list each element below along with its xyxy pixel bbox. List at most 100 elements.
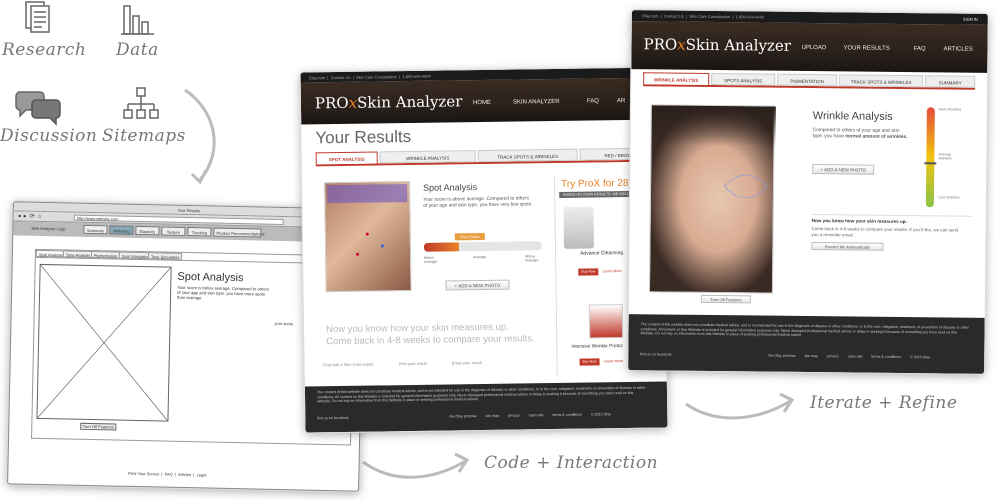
s2-tab-wrinkle[interactable]: WRINKLE ANALYSIS (379, 150, 476, 164)
s2-top-consult[interactable]: Skin Care Consultation (356, 74, 397, 80)
s2-footer: The content of this website does not con… (304, 381, 668, 433)
s2-tabs: SPOT ANALYSIS WRINKLE ANALYSIS TRACK SPO… (315, 147, 664, 167)
s2-header: PROxSkin Analyzer HOME SKIN ANALYZER FAQ… (300, 77, 664, 125)
s3-tab-pigmentation[interactable]: PIGMENTATION (777, 73, 838, 87)
speech-bubbles-icon (14, 86, 64, 126)
wf-subtab-spot[interactable]: Spot Analysis (35, 249, 67, 258)
wf-subtab-pigmentation[interactable]: Pigmentation (90, 250, 121, 259)
wf-nav-wrinkle[interactable]: Wrikeling (109, 225, 134, 235)
s3-promise-link[interactable]: the Olay promise (768, 354, 795, 358)
s2-score-bar (423, 241, 543, 252)
s2-scale-above: Above Average (525, 254, 539, 263)
s2-section-title: Spot Analysis (423, 182, 478, 193)
s3-nav-upload[interactable]: UPLOAD (801, 45, 826, 51)
s3-top-consult[interactable]: Skin Care Consultation (689, 14, 730, 19)
s2-tab-spot[interactable]: SPOT ANALYSIS (315, 151, 378, 165)
s3-nav-articles[interactable]: ARTICLES (943, 46, 972, 52)
research-label: Research (2, 40, 87, 60)
s2-product-image-1 (563, 206, 594, 249)
s3-top-phone: 1-800-###-#### (735, 14, 765, 20)
wf-nav-elasticity[interactable]: Elasticity (135, 225, 160, 236)
s2-terms-link[interactable]: terms & conditions (552, 413, 582, 417)
s3-privacy-link[interactable]: privacy (827, 354, 838, 358)
s3-top-olay[interactable]: Olay.com (642, 13, 659, 18)
s3-tab-spots[interactable]: SPOTS ANALYSIS (711, 72, 776, 86)
sitemap-icon (122, 86, 162, 126)
s2-nav-faq[interactable]: FAQ (587, 98, 599, 104)
s3-footer-links: find us on facebook the Olay promise sit… (640, 352, 972, 360)
s2-print-link[interactable]: Print your result (399, 361, 427, 366)
s2-tab-track[interactable]: TRACK SPOTS & WRINKLES (477, 148, 578, 163)
s3-copyright: © 2012 Olay (909, 355, 931, 360)
s2-openolet-link[interactable]: open.olet (529, 413, 544, 417)
s2-nav-home[interactable]: HOME (473, 100, 491, 106)
s2-product-2-learn[interactable]: Learn More (604, 359, 623, 363)
s3-tab-summary[interactable]: SUMMARY (925, 75, 976, 88)
s2-product-2-buy[interactable]: Buy Now (579, 358, 600, 366)
wf-nav-products[interactable]: Product Recommendations (213, 227, 265, 238)
s2-product-2-name: Intensive Wrinkle Protoc (571, 344, 624, 350)
s3-facebook-link[interactable]: find us on facebook (640, 352, 671, 356)
s3-tab-wrinkle[interactable]: WRINKLE ANALYSIS (643, 72, 710, 85)
s2-promise-link[interactable]: the Olay promise (449, 414, 476, 418)
wf-nav-texture[interactable]: Texture (161, 226, 186, 236)
s2-nav-analyzer[interactable]: SKIN ANALYZER (513, 99, 560, 106)
s3-title: Wrinkle Analysis (812, 110, 893, 123)
s3-face-photo (648, 104, 776, 294)
s3-footer: The content of this website does not con… (628, 314, 985, 374)
s3-wrinkle-meter (924, 107, 937, 208)
s2-add-photo-button[interactable]: + ADD A NEW PHOTO (445, 279, 510, 291)
wf-footer-articles[interactable]: Articles (178, 472, 191, 477)
s2-email-link[interactable]: Email your result (452, 360, 482, 365)
s2-product-image-2 (588, 304, 624, 339)
s2-top-contact[interactable]: Contact Us (331, 75, 351, 80)
s3-nav-results[interactable]: YOUR RESULTS (843, 45, 889, 51)
s2-product-1-buy[interactable]: Buy Now (578, 268, 599, 276)
wf-turn-off-button[interactable]: Turn Off Features (80, 422, 117, 431)
s3-sign-in[interactable]: SIGN IN (963, 17, 978, 22)
wf-footer-print[interactable]: Print Your Scores (128, 471, 159, 477)
s3-terms-link[interactable]: terms & conditions (871, 355, 901, 359)
s2-scale-average: Average (473, 254, 487, 260)
s2-nav-ar[interactable]: AR (617, 98, 625, 104)
browser-nav-icons[interactable]: ◂▸⟳⌂ (18, 212, 45, 220)
s2-copyright: © 2012 Olay (590, 412, 612, 417)
bar-chart-icon (118, 0, 158, 38)
s2-score-label: Your Score (454, 232, 485, 241)
s3-meter-more: More Wrinkles (938, 107, 962, 112)
wf-title: Spot Analysis (177, 270, 244, 285)
wf-nav-tracking[interactable]: Tracking (187, 227, 212, 237)
wf-nav-summary[interactable]: Summary (83, 224, 108, 235)
s2-chat-link[interactable]: Chat with a Skin Care expert (323, 362, 374, 368)
s3-top-contact[interactable]: Contact Us (664, 13, 684, 18)
wf-subtab-tone-sim[interactable]: Tone Simulation (147, 252, 183, 260)
s3-add-photo-button[interactable]: + ADD A NEW PHOTO (812, 164, 875, 175)
s3-openolet-link[interactable]: open.olet (848, 354, 863, 358)
s3-remind-button[interactable]: Remind Me Automatically (811, 242, 884, 251)
s2-logo[interactable]: PROxSkin Analyzer (315, 92, 463, 112)
arrow-right-icon-2 (685, 392, 795, 420)
s3-nav-faq[interactable]: FAQ (913, 46, 925, 52)
wf-footer-faq[interactable]: FAQ (165, 472, 173, 477)
s2-scale-below: Below Average (424, 255, 438, 264)
s2-top-olay[interactable]: Olay.com (309, 75, 326, 80)
s2-sitemap-link[interactable]: site map (486, 414, 500, 418)
wrinkle-analysis-mockup: Olay.com | Contact Us | Skin Care Consul… (628, 10, 988, 374)
s3-tab-track[interactable]: TRACK SPOTS & WRINKLES (839, 74, 924, 88)
data-label: Data (116, 40, 159, 60)
s3-measure-text: Come back in 4-8 weeks to compare your r… (811, 226, 959, 237)
s3-sitemap-link[interactable]: site map (805, 354, 819, 358)
s3-logo[interactable]: PROxSkin Analyzer (643, 35, 791, 55)
wf-subtab-tone[interactable]: Tone Analysis (62, 250, 94, 259)
s2-top-phone: 1-800-###-#### (402, 73, 431, 80)
s3-meter-less: Less Wrinkles (937, 195, 960, 200)
s2-facebook-link[interactable]: find us on facebook (317, 416, 348, 420)
s2-product-1-learn[interactable]: Learn More (602, 269, 621, 273)
s3-turn-off-button[interactable]: Turn Off Features (700, 294, 751, 304)
wf-footer-legal[interactable]: Legal (197, 472, 207, 477)
s2-page-title: Your Results (315, 127, 412, 148)
s2-measure-text: Now you know how your skin measures up. C… (326, 321, 535, 348)
s2-actions: Chat with a Skin Care expert Print your … (317, 359, 543, 367)
s2-privacy-link[interactable]: privacy (508, 414, 519, 418)
spot-analysis-mockup: Olay.com | Contact Us | Skin Care Consul… (300, 67, 668, 433)
